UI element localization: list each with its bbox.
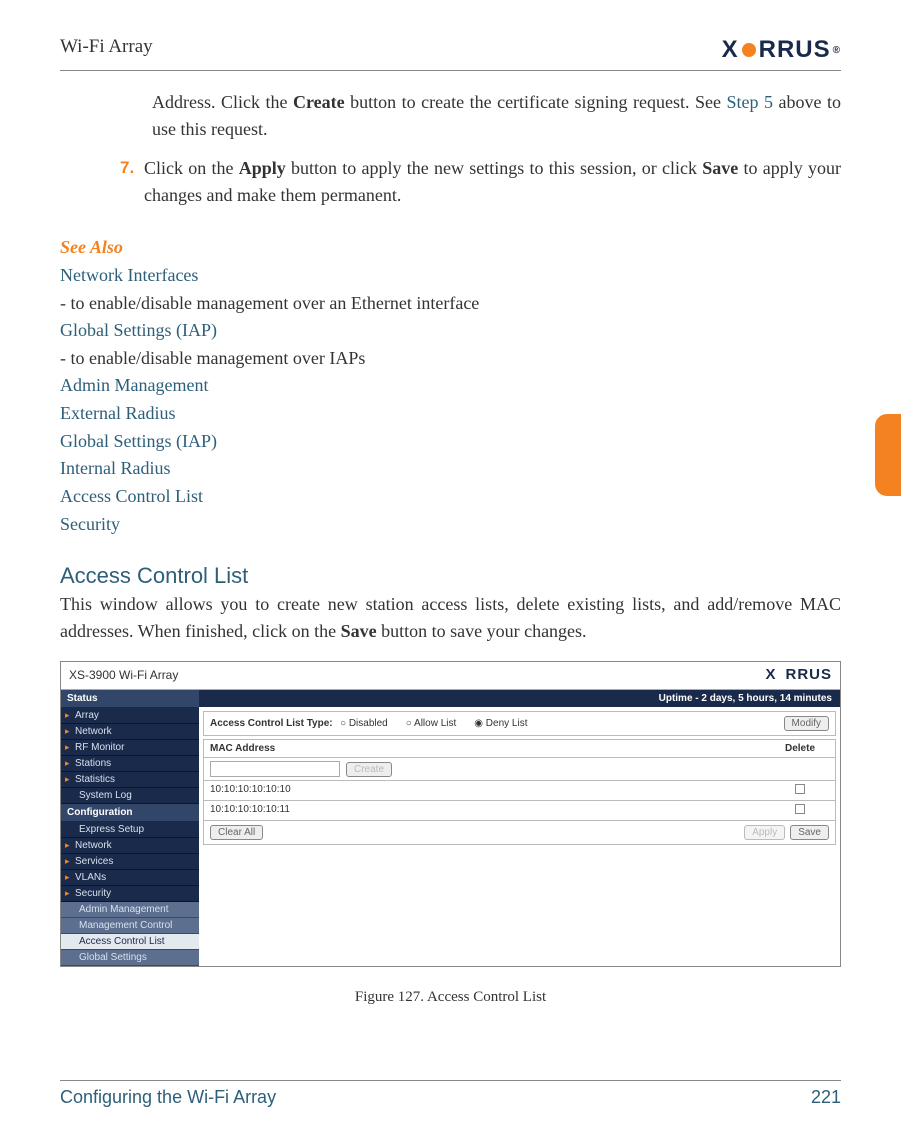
section-b: button to save your changes.	[377, 621, 587, 641]
table-row: 10:10:10:10:10:10	[203, 781, 836, 801]
logo-letter: X	[722, 36, 739, 64]
sidebar-item[interactable]: Security	[61, 886, 199, 902]
step7-a: Click on the	[144, 158, 239, 178]
save-button[interactable]: Save	[790, 825, 829, 840]
sidebar-status-head: Status	[61, 690, 199, 708]
see-also-link[interactable]: Global Settings (IAP)	[60, 428, 841, 456]
radio-label: Disabled	[349, 718, 388, 729]
sidebar-sub[interactable]: Global Settings	[61, 950, 199, 966]
see-also-link[interactable]: Security	[60, 511, 841, 539]
xirrus-logo: X RRUS ®	[722, 36, 841, 64]
step5-link[interactable]: Step 5	[727, 92, 774, 112]
table-row: 10:10:10:10:10:11	[203, 801, 836, 821]
sidebar-item[interactable]: Stations	[61, 756, 199, 772]
intro-paragraph: Address. Click the Create button to crea…	[152, 89, 841, 143]
delete-header: Delete	[771, 743, 829, 754]
radio-label: Allow List	[414, 718, 456, 729]
step-number: 7.	[120, 155, 144, 209]
radio-allow[interactable]: ○ Allow List	[406, 718, 457, 729]
sidebar-item[interactable]: Statistics	[61, 772, 199, 788]
clear-all-button[interactable]: Clear All	[210, 825, 263, 840]
intro-text-a: Address. Click the	[152, 92, 293, 112]
sidebar-item[interactable]: RF Monitor	[61, 740, 199, 756]
step7-b: button to apply the new settings to this…	[286, 158, 702, 178]
figure-wrap: XS-3900 Wi-Fi Array X RRUS Status Array …	[60, 661, 841, 1006]
page-footer: Configuring the Wi-Fi Array 221	[60, 1080, 841, 1108]
delete-checkbox[interactable]	[795, 784, 805, 794]
mac-value: 10:10:10:10:10:11	[210, 804, 771, 817]
sidebar-item[interactable]: Array	[61, 708, 199, 724]
see-also-link[interactable]: Network Interfaces	[60, 262, 841, 290]
logo-reg: ®	[833, 45, 841, 56]
sidebar-subitem[interactable]: Express Setup	[61, 822, 199, 838]
create-word: Create	[293, 92, 345, 112]
sidebar-sub[interactable]: Admin Management	[61, 902, 199, 918]
delete-checkbox[interactable]	[795, 804, 805, 814]
footer-left: Configuring the Wi-Fi Array	[60, 1087, 276, 1108]
see-also-list: Network Interfaces - to enable/disable m…	[60, 262, 841, 539]
sidebar-item[interactable]: Services	[61, 854, 199, 870]
acl-type-row: Access Control List Type: ○ Disabled ○ A…	[203, 711, 836, 736]
create-button[interactable]: Create	[346, 762, 392, 777]
apply-word: Apply	[239, 158, 286, 178]
figure-logo: X RRUS	[765, 666, 832, 683]
sidebar-sub[interactable]: Management Control	[61, 918, 199, 934]
apply-button[interactable]: Apply	[744, 825, 785, 840]
action-row: Clear All Apply Save	[203, 821, 836, 845]
sidebar-subitem[interactable]: System Log	[61, 788, 199, 804]
acl-type-label: Access Control List Type:	[210, 718, 340, 729]
mac-address-header: MAC Address	[210, 743, 771, 754]
sidebar-item[interactable]: VLANs	[61, 870, 199, 886]
sidebar-item[interactable]: Network	[61, 724, 199, 740]
page-edge-tab	[875, 414, 901, 496]
section-heading: Access Control List	[60, 563, 841, 589]
radio-deny[interactable]: ◉ Deny List	[474, 718, 527, 729]
orange-dot-icon	[742, 43, 756, 57]
header-title: Wi-Fi Array	[60, 36, 153, 58]
sidebar-config-head: Configuration	[61, 804, 199, 822]
section-save-word: Save	[341, 621, 377, 641]
see-also-heading: See Also	[60, 237, 841, 258]
table-header: MAC Address Delete	[203, 739, 836, 758]
see-also-link[interactable]: Internal Radius	[60, 455, 841, 483]
page-header: Wi-Fi Array X RRUS ®	[60, 36, 841, 71]
screenshot-figure: XS-3900 Wi-Fi Array X RRUS Status Array …	[60, 661, 841, 967]
fig-logo-before: X	[765, 666, 776, 683]
footer-page-number: 221	[811, 1087, 841, 1108]
mac-value: 10:10:10:10:10:10	[210, 784, 771, 797]
modify-button[interactable]: Modify	[784, 716, 829, 731]
intro-text-b: button to create the certificate signing…	[345, 92, 727, 112]
orange-dot-icon	[776, 670, 785, 679]
mac-address-input[interactable]	[210, 761, 340, 777]
figure-sidebar: Status Array Network RF Monitor Stations…	[61, 690, 199, 966]
sidebar-sub-active[interactable]: Access Control List	[61, 934, 199, 950]
mac-input-row: Create	[203, 758, 836, 781]
see-also-rest: - to enable/disable management over IAPs	[60, 348, 365, 368]
see-also-rest: - to enable/disable management over an E…	[60, 293, 479, 313]
figure-caption: Figure 127. Access Control List	[60, 989, 841, 1006]
figure-main-panel: Uptime - 2 days, 5 hours, 14 minutes Acc…	[199, 690, 840, 966]
sidebar-item[interactable]: Network	[61, 838, 199, 854]
section-paragraph: This window allows you to create new sta…	[60, 591, 841, 645]
see-also-link[interactable]: Access Control List	[60, 483, 841, 511]
device-name: XS-3900 Wi-Fi Array	[69, 668, 178, 682]
save-word: Save	[702, 158, 738, 178]
see-also-link[interactable]: Global Settings (IAP)	[60, 317, 841, 345]
radio-disabled[interactable]: ○ Disabled	[340, 718, 388, 729]
uptime-bar: Uptime - 2 days, 5 hours, 14 minutes	[199, 690, 840, 707]
see-also-link[interactable]: Admin Management	[60, 372, 841, 400]
logo-rest: RRUS	[759, 36, 831, 64]
radio-label: Deny List	[486, 718, 528, 729]
see-also-link[interactable]: External Radius	[60, 400, 841, 428]
fig-logo-after: RRUS	[785, 666, 832, 683]
step-7: 7. Click on the Apply button to apply th…	[120, 155, 841, 209]
